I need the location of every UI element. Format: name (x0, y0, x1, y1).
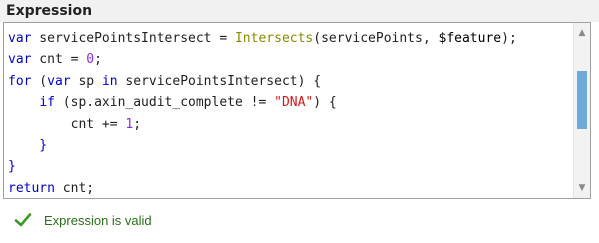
code-token: ; (133, 116, 142, 132)
code-token: return (8, 180, 55, 196)
code-token: 0 (86, 52, 95, 68)
code-token: var (47, 73, 71, 89)
scroll-up-arrow-icon[interactable]: ▲ (574, 25, 590, 41)
validation-message: Expression is valid (44, 212, 152, 228)
scroll-thumb[interactable] (577, 71, 587, 129)
code-token: in (101, 73, 118, 89)
code-token: $feature (438, 31, 502, 46)
code-token: servicePointsIntersect = (31, 31, 235, 46)
code-line[interactable]: var cnt = 0; (8, 49, 517, 70)
code-token: cnt; (54, 180, 95, 196)
code-token: sp (70, 73, 102, 89)
code-text[interactable]: var servicePointsIntersect = Intersects(… (8, 28, 517, 198)
code-token: servicePointsIntersect) { (117, 73, 322, 89)
code-line[interactable]: var servicePointsIntersect = Intersects(… (8, 28, 517, 49)
expression-header: Expression (0, 0, 599, 22)
code-line[interactable]: if (sp.axin_audit_complete != "DNA") { (8, 92, 517, 113)
code-token: var (8, 52, 32, 68)
code-token: (servicePoints, (313, 31, 439, 46)
code-token: ); (501, 31, 517, 46)
code-token: Intersects (234, 31, 314, 46)
code-token: ; (94, 52, 102, 68)
code-token: ( (31, 73, 48, 89)
expression-editor[interactable]: var servicePointsIntersect = Intersects(… (3, 22, 591, 199)
code-line[interactable]: cnt += 1; (8, 114, 517, 135)
check-icon (14, 213, 32, 227)
code-token: "DNA" (274, 95, 314, 111)
code-token: cnt += (8, 116, 126, 132)
code-token: (sp.axin_audit_complete != (54, 95, 275, 111)
code-line[interactable]: for (var sp in servicePointsIntersect) { (8, 71, 517, 92)
code-line[interactable]: return cnt; (8, 178, 517, 198)
code-token: var (8, 31, 32, 46)
code-token: } (8, 159, 16, 175)
code-token: ) { (313, 95, 337, 111)
code-token: cnt = (31, 52, 87, 68)
page-title: Expression (6, 3, 93, 19)
code-token: for (8, 73, 32, 89)
validation-status: Expression is valid (14, 211, 152, 229)
code-line[interactable]: } (8, 135, 517, 156)
code-token: if (39, 95, 55, 111)
code-line[interactable]: } (8, 156, 517, 177)
code-token: } (8, 137, 48, 153)
scroll-down-arrow-icon[interactable]: ▼ (574, 180, 590, 196)
vertical-scrollbar[interactable]: ▲ ▼ (573, 23, 590, 198)
